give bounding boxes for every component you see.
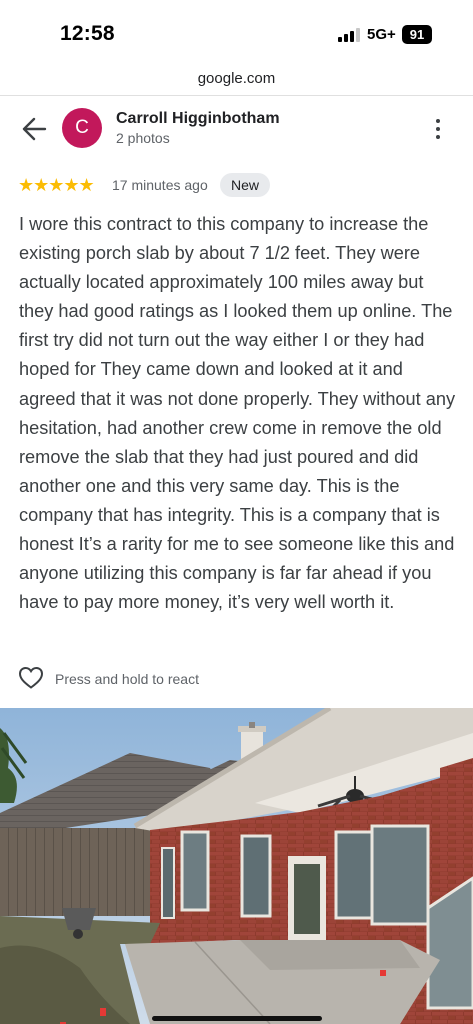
- review-time: 17 minutes ago: [112, 177, 208, 193]
- react-button[interactable]: Press and hold to react: [18, 664, 318, 694]
- url-bar[interactable]: google.com: [0, 62, 473, 96]
- status-bar: 12:58 5G+ 91: [0, 0, 473, 62]
- signal-icon: [338, 28, 360, 42]
- new-badge: New: [220, 173, 271, 197]
- status-time: 12:58: [60, 22, 115, 45]
- battery-icon: 91: [402, 25, 432, 44]
- more-options-icon[interactable]: [430, 116, 446, 142]
- review-header: C Carroll Higginbotham 2 photos: [0, 96, 473, 162]
- reviewer-name[interactable]: Carroll Higginbotham: [116, 110, 280, 128]
- star-rating: ★★★★★: [18, 175, 95, 195]
- url-text: google.com: [197, 70, 276, 87]
- review-photo[interactable]: [0, 708, 473, 1024]
- avatar[interactable]: C: [62, 108, 102, 148]
- rating-row: ★★★★★ 17 minutes ago New: [18, 172, 458, 198]
- back-arrow-icon[interactable]: [20, 116, 48, 142]
- network-label: 5G+: [367, 26, 396, 43]
- react-label: Press and hold to react: [55, 671, 199, 687]
- photo-count: 2 photos: [116, 130, 170, 146]
- review-text: I wore this contract to this company to …: [19, 214, 456, 613]
- heart-icon[interactable]: [18, 666, 44, 690]
